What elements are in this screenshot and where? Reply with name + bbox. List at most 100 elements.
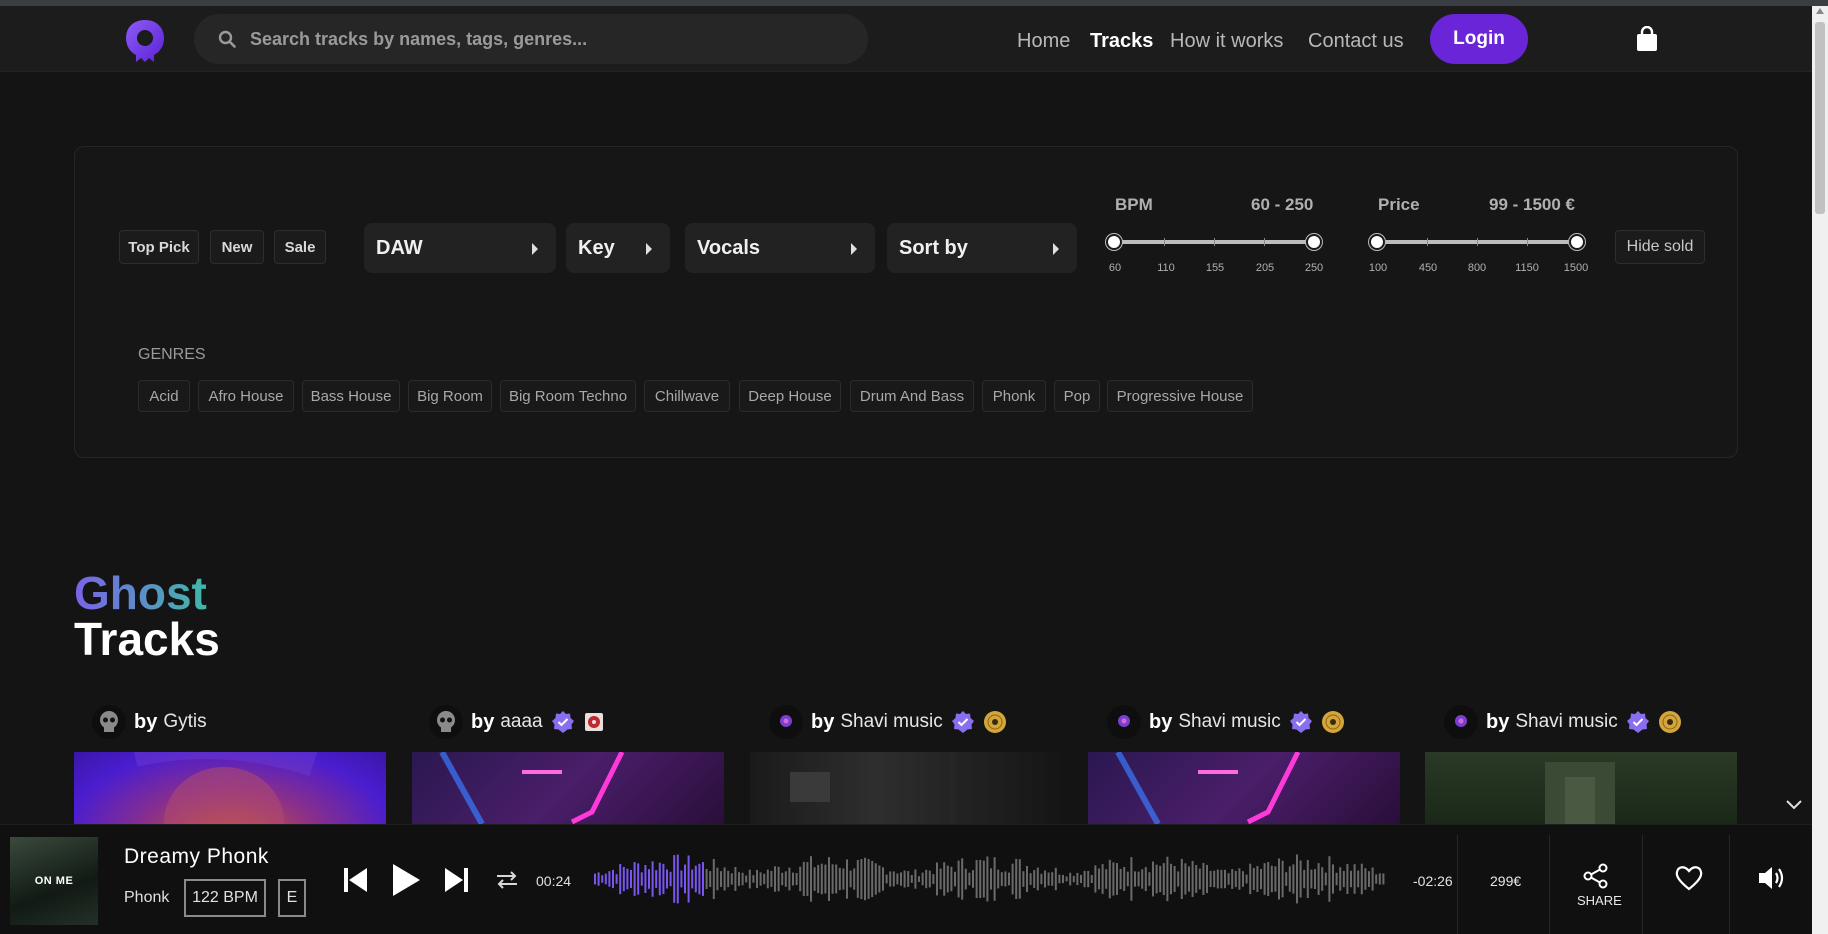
waveform-bar <box>1065 876 1068 882</box>
by-label: by <box>471 710 495 733</box>
waveform-bar-played <box>651 861 654 897</box>
bpm-max-handle[interactable] <box>1306 234 1322 250</box>
player-track-title[interactable]: Dreamy Phonk <box>124 845 269 869</box>
filter-sale[interactable]: Sale <box>274 230 326 264</box>
gold-record-badge-icon <box>1658 711 1681 733</box>
genre-tag[interactable]: Big Room <box>408 380 492 412</box>
waveform-bar <box>1047 872 1050 886</box>
logo-icon[interactable] <box>124 18 166 64</box>
track-card-header[interactable]: by Shavi music <box>1107 704 1353 740</box>
track-cover-image[interactable] <box>412 752 724 824</box>
track-card-header[interactable]: by Shavi music <box>1444 704 1690 740</box>
waveform-bar <box>774 866 776 892</box>
price-min-handle[interactable] <box>1369 234 1385 250</box>
player-price[interactable]: 299€ <box>1490 873 1521 889</box>
artist-avatar[interactable] <box>1444 705 1478 739</box>
artist-name[interactable]: Shavi music <box>840 711 942 733</box>
login-button[interactable]: Login <box>1430 14 1528 64</box>
price-tick-label: 100 <box>1368 262 1388 274</box>
waveform-bar <box>1080 874 1082 883</box>
search-input[interactable]: Search tracks by names, tags, genres... <box>194 14 868 64</box>
genre-tag[interactable]: Chillwave <box>644 380 730 412</box>
track-card-header[interactable]: by aaaa <box>429 704 613 740</box>
dropdown-daw[interactable]: DAW <box>364 223 556 273</box>
nav-tracks[interactable]: Tracks <box>1090 30 1153 53</box>
shopping-bag-icon[interactable] <box>1636 26 1658 52</box>
play-icon[interactable] <box>391 863 421 897</box>
by-label: by <box>134 710 158 733</box>
genre-tag[interactable]: Acid <box>138 380 190 412</box>
page-scrollbar[interactable] <box>1812 6 1828 934</box>
artist-avatar[interactable] <box>429 705 463 739</box>
genre-tag[interactable]: Bass House <box>302 380 400 412</box>
hide-sold-toggle[interactable]: Hide sold <box>1615 230 1705 264</box>
filter-top-pick[interactable]: Top Pick <box>119 230 199 264</box>
waveform-bar-played <box>691 869 694 889</box>
artist-avatar[interactable] <box>769 705 803 739</box>
verified-badge-icon <box>1626 711 1649 733</box>
genre-tag[interactable]: Progressive House <box>1107 380 1253 412</box>
track-cover-image[interactable] <box>1088 752 1400 824</box>
gold-record-badge-icon <box>983 711 1006 733</box>
dropdown-sort-by-label: Sort by <box>899 236 968 259</box>
bpm-min-handle[interactable] <box>1106 234 1122 250</box>
price-tick <box>1427 238 1428 246</box>
waveform-bar-played <box>633 862 636 896</box>
waveform-bar-played <box>648 869 650 889</box>
waveform-bar <box>1022 871 1025 887</box>
waveform-bar <box>968 872 971 886</box>
waveform-bar <box>1033 870 1036 888</box>
genre-tag[interactable]: Phonk <box>982 380 1046 412</box>
track-card-header[interactable]: by Gytis <box>92 704 215 740</box>
waveform-bar <box>1090 875 1093 883</box>
track-card-header[interactable]: by Shavi music <box>769 704 1015 740</box>
genre-tag[interactable]: Deep House <box>739 380 841 412</box>
skull-avatar-icon <box>100 711 118 732</box>
chevron-down-icon[interactable] <box>1786 800 1802 810</box>
heart-icon[interactable] <box>1675 865 1703 891</box>
genre-tag[interactable]: Pop <box>1054 380 1100 412</box>
price-max-handle[interactable] <box>1569 234 1585 250</box>
dropdown-vocals[interactable]: Vocals <box>685 223 875 273</box>
share-icon[interactable] <box>1583 863 1609 889</box>
waveform-bar <box>745 875 748 883</box>
waveform-bar <box>1256 866 1259 892</box>
nav-how-it-works[interactable]: How it works <box>1170 30 1283 53</box>
track-cover-image[interactable] <box>74 752 386 824</box>
genre-tag[interactable]: Big Room Techno <box>500 380 636 412</box>
genre-tag[interactable]: Drum And Bass <box>850 380 974 412</box>
player-cover-image[interactable]: ON ME <box>10 837 98 925</box>
artist-avatar[interactable] <box>92 705 126 739</box>
waveform-bar <box>842 868 845 890</box>
price-range-value: 99 - 1500 € <box>1489 195 1576 214</box>
waveform-bar <box>1116 863 1118 895</box>
waveform-bar <box>957 860 960 898</box>
waveform-bar-played <box>622 866 625 892</box>
track-cover-image[interactable] <box>750 752 1062 824</box>
dropdown-key[interactable]: Key <box>566 223 670 273</box>
artist-name[interactable]: Shavi music <box>1515 711 1617 733</box>
volume-icon[interactable] <box>1758 865 1788 891</box>
genre-tag[interactable]: Afro House <box>198 380 294 412</box>
nav-home[interactable]: Home <box>1017 30 1070 53</box>
waveform-seekbar[interactable] <box>594 851 1386 907</box>
nav-contact-us[interactable]: Contact us <box>1308 30 1404 53</box>
track-cover-image[interactable] <box>1425 752 1737 824</box>
skip-previous-icon[interactable] <box>344 866 368 894</box>
dropdown-sort-by[interactable]: Sort by <box>887 223 1077 273</box>
waveform-bar <box>1368 871 1370 887</box>
waveform-bar <box>1252 867 1255 890</box>
filter-new[interactable]: New <box>210 230 264 264</box>
waveform-bar-played <box>676 854 679 904</box>
skip-next-icon[interactable] <box>444 866 468 894</box>
artist-name[interactable]: Gytis <box>163 711 206 733</box>
artist-avatar[interactable] <box>1107 705 1141 739</box>
artist-name[interactable]: Shavi music <box>1178 711 1280 733</box>
waveform-bar <box>759 872 762 886</box>
scroll-up-arrow-icon[interactable] <box>1816 8 1824 14</box>
artist-name[interactable]: aaaa <box>500 711 542 733</box>
repeat-icon[interactable] <box>494 869 520 891</box>
waveform-bar <box>1018 859 1021 899</box>
share-label[interactable]: SHARE <box>1577 893 1622 908</box>
scrollbar-thumb[interactable] <box>1815 22 1825 214</box>
